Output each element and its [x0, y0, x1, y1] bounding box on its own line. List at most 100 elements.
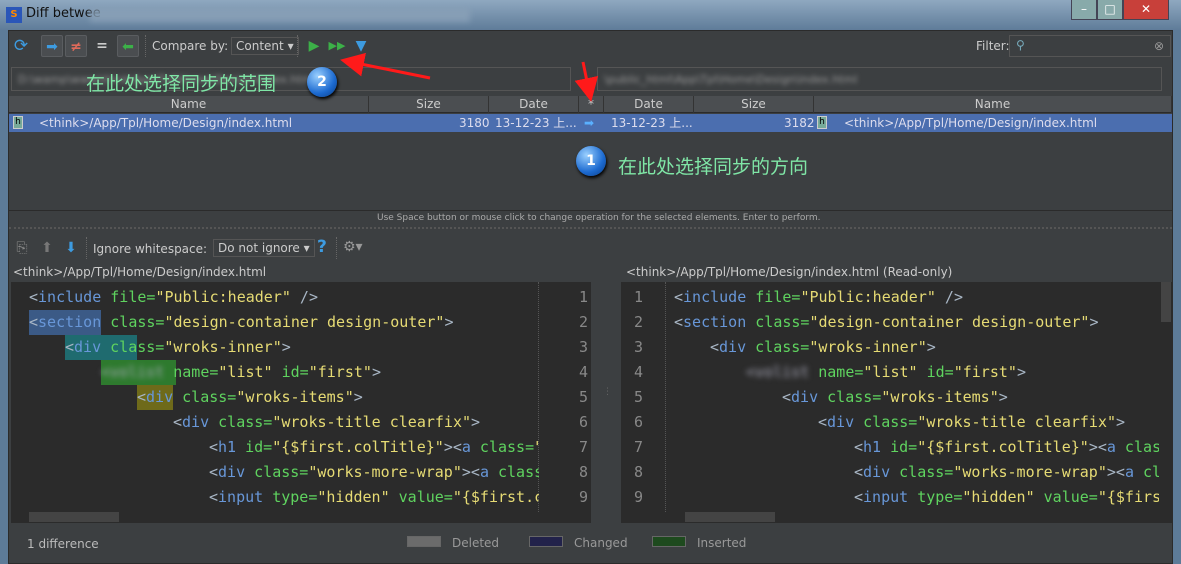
code-token: div	[218, 463, 246, 481]
ignore-whitespace-dropdown[interactable]: Do not ignore ▾	[213, 239, 315, 257]
splitter[interactable]	[9, 227, 1172, 229]
column-right-name[interactable]: Name	[814, 96, 1172, 113]
code-token: >	[1116, 413, 1126, 431]
line-number: 3	[633, 338, 643, 356]
copy-icon[interactable]: ⎘	[11, 237, 33, 259]
left-code-content[interactable]: <include file="Public:header" /> <section…	[29, 285, 539, 515]
filter-input[interactable]: ⚲ ⊗	[1009, 35, 1171, 57]
not-equal-button[interactable]: ≠	[65, 35, 87, 57]
right-code-content[interactable]: <include file="Public:header" /> <section…	[674, 285, 1159, 515]
legend-deleted-swatch	[407, 536, 441, 547]
right-path: \public_html\App\Tpl\Home\Design\index.h…	[604, 73, 858, 86]
code-token: "first"	[308, 363, 372, 381]
line-number: 2	[578, 313, 588, 331]
help-icon[interactable]: ?	[317, 237, 327, 257]
difference-count: 1 difference	[27, 537, 99, 551]
code-token: class=	[470, 438, 535, 456]
refresh-icon[interactable]: ⟳	[10, 35, 32, 57]
left-editor[interactable]: <include file="Public:header" /> <section…	[11, 282, 591, 523]
maximize-button[interactable]: □	[1097, 0, 1123, 20]
code-token: class	[1142, 463, 1159, 481]
code-token: />	[290, 288, 318, 306]
table-row[interactable]: h <think>/App/Tpl/Home/Design/index.html…	[9, 114, 1172, 132]
right-editor[interactable]: 1 2 3 4 5 6 7 8 9 <include file="Public:header" …	[621, 282, 1172, 523]
splitter-handle[interactable]: ⋮	[603, 387, 612, 397]
code-token: type=	[908, 488, 963, 506]
code-token: "wroks-items"	[236, 388, 354, 406]
code-line: <div class="wroks-inner">	[29, 335, 291, 360]
code-token: <	[854, 488, 864, 506]
column-left-size[interactable]: Size	[369, 96, 489, 113]
code-token: file=	[746, 288, 801, 306]
code-token: class	[488, 463, 539, 481]
column-left-date[interactable]: Date	[489, 96, 579, 113]
code-token: class=	[818, 388, 882, 406]
separator	[336, 237, 337, 259]
ignore-whitespace-value: Do not ignore	[218, 241, 300, 255]
code-token: "list"	[863, 363, 918, 381]
compare-by-dropdown[interactable]: Content ▾	[231, 37, 299, 55]
right-size: 3182	[784, 116, 815, 130]
code-token: >	[998, 388, 1008, 406]
ignore-whitespace-label: Ignore whitespace:	[93, 242, 208, 256]
code-token: type=	[263, 488, 318, 506]
column-right-date[interactable]: Date	[604, 96, 694, 113]
code-token: >	[471, 413, 481, 431]
previous-diff-icon[interactable]: ⬆	[36, 237, 58, 259]
code-token: div	[791, 388, 819, 406]
code-token: >	[926, 338, 936, 356]
column-left-name[interactable]: Name	[9, 96, 369, 113]
code-token: h1	[863, 438, 882, 456]
next-diff-icon[interactable]: ⬇	[60, 237, 82, 259]
code-line: <include file="Public:header" />	[674, 285, 963, 310]
show-right-arrow-button[interactable]: ➡	[41, 35, 63, 57]
line-number: 5	[578, 388, 588, 406]
search-icon: ⚲	[1016, 38, 1025, 52]
left-line-numbers: 1 2 3 4 5 6 7 8 9	[566, 285, 588, 515]
code-token: a	[479, 463, 489, 481]
column-right-size[interactable]: Size	[694, 96, 814, 113]
html-file-icon: h	[13, 116, 23, 129]
filter-icon[interactable]: ▼	[350, 35, 372, 57]
right-line-numbers: 1 2 3 4 5 6 7 8 9	[621, 285, 643, 515]
code-token: <	[209, 488, 219, 506]
settings-gear-icon[interactable]: ⚙▾	[343, 239, 363, 255]
code-token: "wroks-title clearfix"	[917, 413, 1117, 431]
code-token: class=	[1124, 438, 1159, 456]
sync-direction-arrow-icon[interactable]: ➡	[584, 114, 594, 132]
code-token: input	[218, 488, 264, 506]
close-button[interactable]: ✕	[1123, 0, 1169, 20]
synchronize-all-icon[interactable]: ▶▶	[326, 35, 348, 57]
line-number: 4	[633, 363, 643, 381]
code-line: <div class="wroks-title clearfix">	[674, 410, 1125, 435]
column-operation[interactable]: *	[579, 96, 604, 113]
code-line: <input type="hidden" value="{$first.c	[29, 485, 539, 510]
code-token: "design-container design-outer"	[164, 313, 445, 331]
code-token: "hidden"	[317, 488, 390, 506]
equal-button[interactable]: =	[91, 35, 113, 57]
code-token: <	[818, 413, 828, 431]
clear-icon[interactable]: ⊗	[1154, 39, 1164, 53]
minimize-button[interactable]: –	[1071, 0, 1097, 20]
filter-label: Filter:	[976, 39, 1010, 53]
horizontal-scrollbar[interactable]	[29, 512, 119, 522]
vertical-scrollbar[interactable]	[1161, 282, 1171, 322]
hint-text: Use Space button or mouse click to chang…	[377, 213, 821, 223]
html-file-icon: h	[817, 116, 827, 129]
code-line: <include file="Public:header" />	[29, 285, 318, 310]
separator	[297, 35, 298, 57]
code-token: h1	[218, 438, 237, 456]
right-date: 13-12-23 上...	[611, 116, 693, 130]
horizontal-scrollbar[interactable]	[685, 512, 775, 522]
line-number: 8	[633, 463, 643, 481]
code-token: "{$first.c	[1097, 488, 1159, 506]
synchronize-selected-icon[interactable]: ▶	[303, 35, 325, 57]
show-left-arrow-button[interactable]: ⬅	[117, 35, 139, 57]
code-token: "first"	[953, 363, 1017, 381]
code-token: class=	[746, 313, 810, 331]
right-path-field[interactable]: \public_html\App\Tpl\Home\Design\index.h…	[597, 67, 1162, 91]
code-token: "hidden"	[962, 488, 1035, 506]
code-token: value=	[1034, 488, 1098, 506]
line-number: 5	[633, 388, 643, 406]
line-number: 6	[578, 413, 588, 431]
